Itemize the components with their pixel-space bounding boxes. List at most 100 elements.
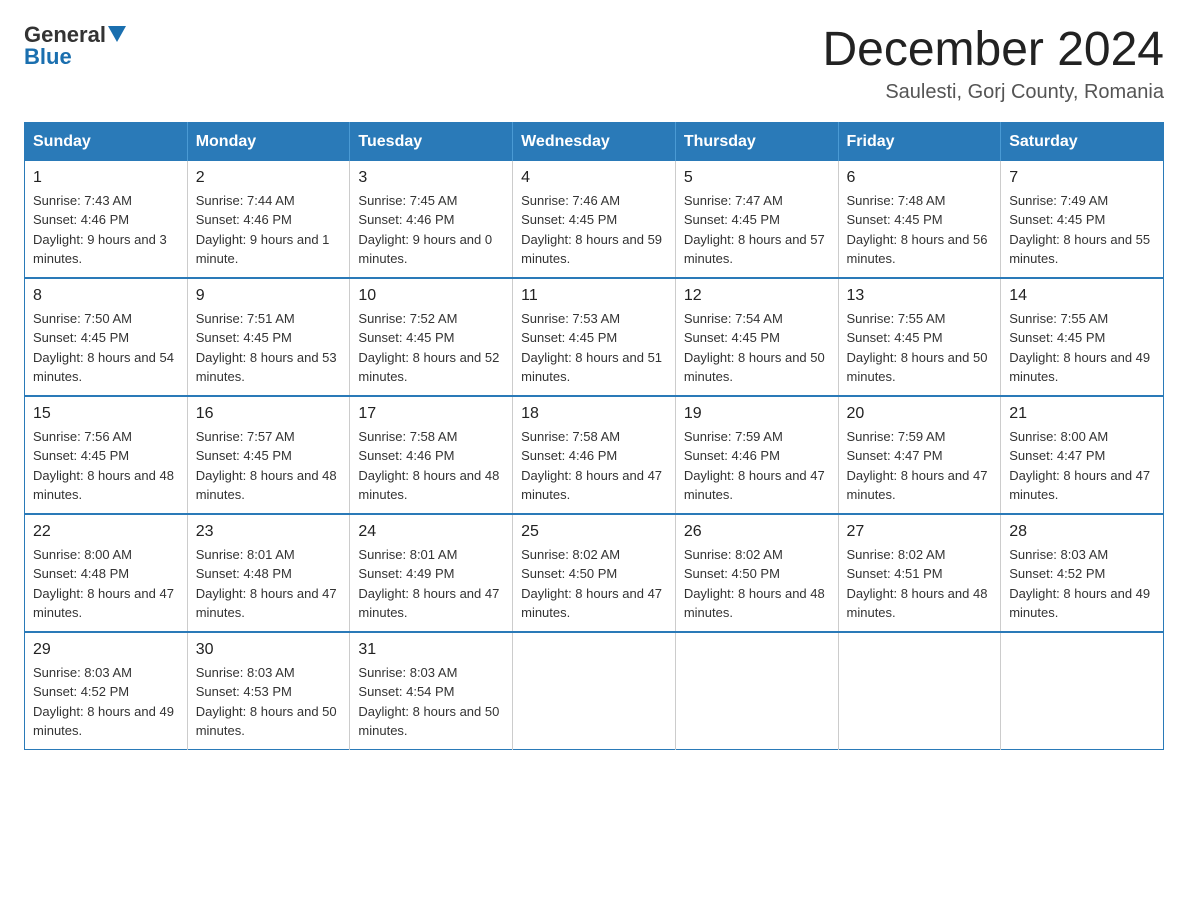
day-info: Sunrise: 7:58 AMSunset: 4:46 PMDaylight:… (521, 427, 667, 505)
day-info: Sunrise: 7:45 AMSunset: 4:46 PMDaylight:… (358, 191, 504, 269)
calendar-cell: 15 Sunrise: 7:56 AMSunset: 4:45 PMDaylig… (25, 396, 188, 514)
day-number: 28 (1009, 523, 1155, 541)
calendar-cell: 1 Sunrise: 7:43 AMSunset: 4:46 PMDayligh… (25, 161, 188, 278)
page-header: General Blue December 2024 Saulesti, Gor… (24, 24, 1164, 104)
day-number: 1 (33, 169, 179, 187)
day-info: Sunrise: 8:02 AMSunset: 4:51 PMDaylight:… (847, 545, 993, 623)
day-info: Sunrise: 7:46 AMSunset: 4:45 PMDaylight:… (521, 191, 667, 269)
location-subtitle: Saulesti, Gorj County, Romania (822, 81, 1164, 104)
calendar-cell: 14 Sunrise: 7:55 AMSunset: 4:45 PMDaylig… (1001, 278, 1164, 396)
calendar-cell: 24 Sunrise: 8:01 AMSunset: 4:49 PMDaylig… (350, 514, 513, 632)
day-info: Sunrise: 7:43 AMSunset: 4:46 PMDaylight:… (33, 191, 179, 269)
title-section: December 2024 Saulesti, Gorj County, Rom… (822, 24, 1164, 104)
calendar-cell: 9 Sunrise: 7:51 AMSunset: 4:45 PMDayligh… (187, 278, 350, 396)
calendar-cell: 31 Sunrise: 8:03 AMSunset: 4:54 PMDaylig… (350, 632, 513, 750)
header-tuesday: Tuesday (350, 122, 513, 161)
day-number: 14 (1009, 287, 1155, 305)
calendar-cell: 30 Sunrise: 8:03 AMSunset: 4:53 PMDaylig… (187, 632, 350, 750)
calendar-cell: 27 Sunrise: 8:02 AMSunset: 4:51 PMDaylig… (838, 514, 1001, 632)
day-info: Sunrise: 7:57 AMSunset: 4:45 PMDaylight:… (196, 427, 342, 505)
day-info: Sunrise: 7:54 AMSunset: 4:45 PMDaylight:… (684, 309, 830, 387)
day-number: 30 (196, 641, 342, 659)
calendar-cell: 11 Sunrise: 7:53 AMSunset: 4:45 PMDaylig… (513, 278, 676, 396)
day-info: Sunrise: 8:03 AMSunset: 4:52 PMDaylight:… (1009, 545, 1155, 623)
logo-general-text: General (24, 24, 106, 46)
calendar-cell: 19 Sunrise: 7:59 AMSunset: 4:46 PMDaylig… (675, 396, 838, 514)
calendar-cell: 7 Sunrise: 7:49 AMSunset: 4:45 PMDayligh… (1001, 161, 1164, 278)
logo: General Blue (24, 24, 126, 69)
calendar-cell: 22 Sunrise: 8:00 AMSunset: 4:48 PMDaylig… (25, 514, 188, 632)
calendar-cell (513, 632, 676, 750)
calendar-header-row: SundayMondayTuesdayWednesdayThursdayFrid… (25, 122, 1164, 161)
day-info: Sunrise: 7:49 AMSunset: 4:45 PMDaylight:… (1009, 191, 1155, 269)
day-number: 15 (33, 405, 179, 423)
day-number: 23 (196, 523, 342, 541)
day-number: 9 (196, 287, 342, 305)
day-number: 26 (684, 523, 830, 541)
day-info: Sunrise: 8:00 AMSunset: 4:47 PMDaylight:… (1009, 427, 1155, 505)
day-number: 2 (196, 169, 342, 187)
calendar-cell (1001, 632, 1164, 750)
calendar-cell: 6 Sunrise: 7:48 AMSunset: 4:45 PMDayligh… (838, 161, 1001, 278)
day-number: 13 (847, 287, 993, 305)
day-info: Sunrise: 8:03 AMSunset: 4:54 PMDaylight:… (358, 663, 504, 741)
day-number: 12 (684, 287, 830, 305)
calendar-week-row: 8 Sunrise: 7:50 AMSunset: 4:45 PMDayligh… (25, 278, 1164, 396)
calendar-cell: 10 Sunrise: 7:52 AMSunset: 4:45 PMDaylig… (350, 278, 513, 396)
header-thursday: Thursday (675, 122, 838, 161)
month-title: December 2024 (822, 24, 1164, 77)
logo-arrow-icon (108, 26, 126, 44)
day-number: 8 (33, 287, 179, 305)
day-number: 16 (196, 405, 342, 423)
day-number: 25 (521, 523, 667, 541)
day-number: 11 (521, 287, 667, 305)
calendar-cell: 12 Sunrise: 7:54 AMSunset: 4:45 PMDaylig… (675, 278, 838, 396)
calendar-cell: 4 Sunrise: 7:46 AMSunset: 4:45 PMDayligh… (513, 161, 676, 278)
header-sunday: Sunday (25, 122, 188, 161)
calendar-cell: 8 Sunrise: 7:50 AMSunset: 4:45 PMDayligh… (25, 278, 188, 396)
day-number: 17 (358, 405, 504, 423)
calendar-cell: 29 Sunrise: 8:03 AMSunset: 4:52 PMDaylig… (25, 632, 188, 750)
day-number: 18 (521, 405, 667, 423)
day-info: Sunrise: 7:50 AMSunset: 4:45 PMDaylight:… (33, 309, 179, 387)
day-number: 31 (358, 641, 504, 659)
day-info: Sunrise: 8:03 AMSunset: 4:52 PMDaylight:… (33, 663, 179, 741)
day-info: Sunrise: 7:59 AMSunset: 4:47 PMDaylight:… (847, 427, 993, 505)
calendar-cell (675, 632, 838, 750)
calendar-cell: 26 Sunrise: 8:02 AMSunset: 4:50 PMDaylig… (675, 514, 838, 632)
calendar-cell: 25 Sunrise: 8:02 AMSunset: 4:50 PMDaylig… (513, 514, 676, 632)
day-number: 3 (358, 169, 504, 187)
day-number: 24 (358, 523, 504, 541)
day-number: 21 (1009, 405, 1155, 423)
header-friday: Friday (838, 122, 1001, 161)
day-number: 19 (684, 405, 830, 423)
day-info: Sunrise: 8:01 AMSunset: 4:49 PMDaylight:… (358, 545, 504, 623)
calendar-cell: 21 Sunrise: 8:00 AMSunset: 4:47 PMDaylig… (1001, 396, 1164, 514)
day-number: 4 (521, 169, 667, 187)
day-info: Sunrise: 8:00 AMSunset: 4:48 PMDaylight:… (33, 545, 179, 623)
day-info: Sunrise: 7:53 AMSunset: 4:45 PMDaylight:… (521, 309, 667, 387)
calendar-week-row: 1 Sunrise: 7:43 AMSunset: 4:46 PMDayligh… (25, 161, 1164, 278)
day-info: Sunrise: 7:55 AMSunset: 4:45 PMDaylight:… (1009, 309, 1155, 387)
day-info: Sunrise: 7:44 AMSunset: 4:46 PMDaylight:… (196, 191, 342, 269)
calendar-cell: 16 Sunrise: 7:57 AMSunset: 4:45 PMDaylig… (187, 396, 350, 514)
day-info: Sunrise: 7:51 AMSunset: 4:45 PMDaylight:… (196, 309, 342, 387)
calendar-cell: 20 Sunrise: 7:59 AMSunset: 4:47 PMDaylig… (838, 396, 1001, 514)
calendar-table: SundayMondayTuesdayWednesdayThursdayFrid… (24, 122, 1164, 750)
logo-blue-text: Blue (24, 44, 72, 69)
calendar-cell (838, 632, 1001, 750)
header-wednesday: Wednesday (513, 122, 676, 161)
header-monday: Monday (187, 122, 350, 161)
calendar-week-row: 22 Sunrise: 8:00 AMSunset: 4:48 PMDaylig… (25, 514, 1164, 632)
calendar-week-row: 15 Sunrise: 7:56 AMSunset: 4:45 PMDaylig… (25, 396, 1164, 514)
calendar-cell: 18 Sunrise: 7:58 AMSunset: 4:46 PMDaylig… (513, 396, 676, 514)
calendar-cell: 17 Sunrise: 7:58 AMSunset: 4:46 PMDaylig… (350, 396, 513, 514)
day-number: 7 (1009, 169, 1155, 187)
day-info: Sunrise: 7:56 AMSunset: 4:45 PMDaylight:… (33, 427, 179, 505)
day-info: Sunrise: 7:58 AMSunset: 4:46 PMDaylight:… (358, 427, 504, 505)
day-number: 29 (33, 641, 179, 659)
calendar-cell: 28 Sunrise: 8:03 AMSunset: 4:52 PMDaylig… (1001, 514, 1164, 632)
day-info: Sunrise: 7:48 AMSunset: 4:45 PMDaylight:… (847, 191, 993, 269)
day-number: 20 (847, 405, 993, 423)
calendar-cell: 5 Sunrise: 7:47 AMSunset: 4:45 PMDayligh… (675, 161, 838, 278)
